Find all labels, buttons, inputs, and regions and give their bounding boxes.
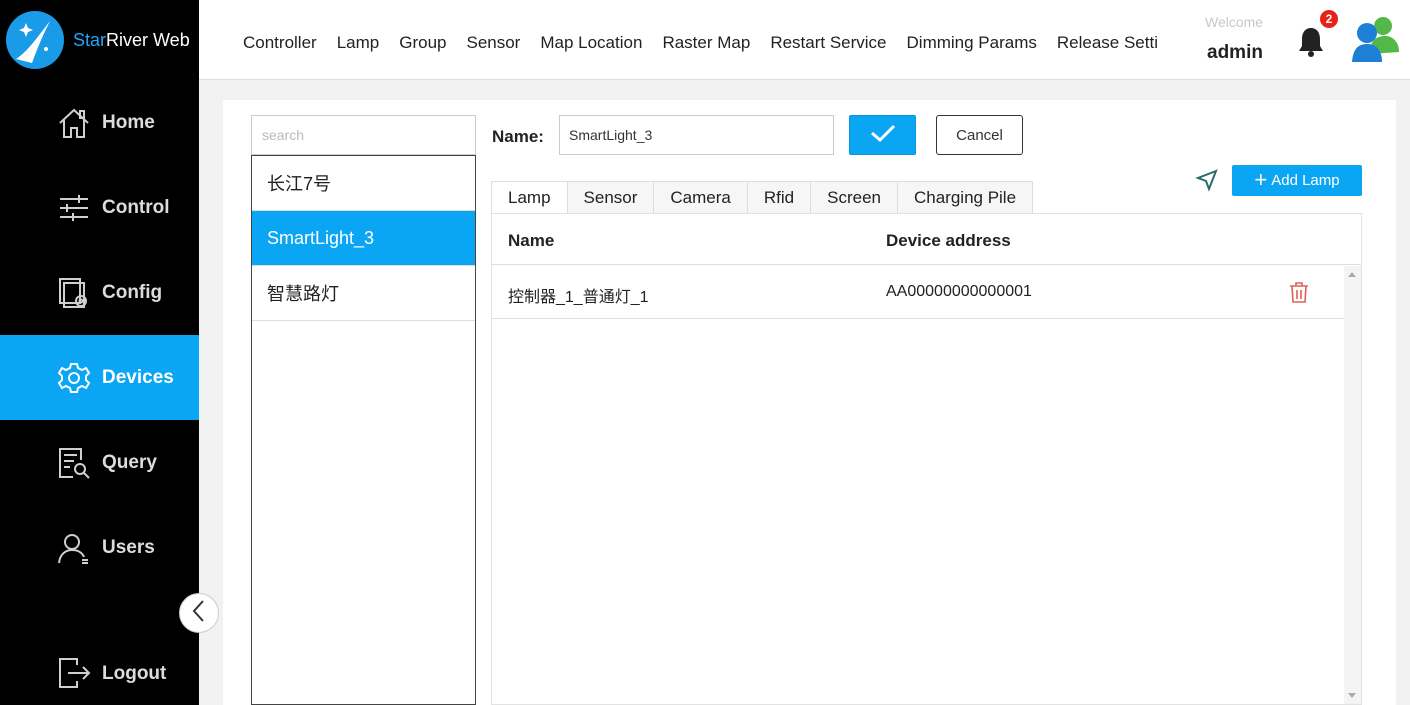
sidebar-item-label: Config [102, 281, 163, 303]
check-icon [869, 123, 897, 148]
topnav-item-raster-map[interactable]: Raster Map [662, 33, 750, 53]
sidebar-item-control[interactable]: Control [0, 165, 199, 250]
sidebar: StarRiver Web Home Control Config Device… [0, 0, 199, 705]
table-row[interactable]: 控制器_1_普通灯_1 AA00000000000001 [492, 266, 1345, 319]
sidebar-item-users[interactable]: Users [0, 505, 199, 590]
brand-logo-area: StarRiver Web [0, 0, 199, 80]
sidebar-item-config[interactable]: Config [0, 250, 199, 335]
add-lamp-label: Add Lamp [1271, 172, 1340, 189]
column-header-name: Name [508, 231, 555, 250]
list-item[interactable]: 智慧路灯 [252, 266, 475, 321]
username: admin [1207, 42, 1263, 63]
delete-icon[interactable] [1288, 281, 1310, 308]
sliders-icon [56, 190, 92, 226]
sidebar-item-label: Control [102, 196, 170, 218]
brand-logo-icon [6, 11, 64, 69]
notification-bell-icon[interactable] [1298, 26, 1324, 63]
sidebar-item-label: Query [102, 451, 157, 473]
sidebar-item-home[interactable]: Home [0, 80, 199, 165]
row-device-address: AA00000000000001 [886, 283, 1032, 300]
search-input[interactable] [251, 115, 476, 155]
topnav-item-sensor[interactable]: Sensor [466, 33, 520, 53]
logout-label: Logout [102, 663, 167, 684]
logout-icon [56, 655, 92, 691]
tab-rfid[interactable]: Rfid [747, 181, 812, 214]
collapse-sidebar-button[interactable] [179, 593, 219, 633]
scroll-down-arrow-icon[interactable] [1348, 693, 1356, 698]
table-scrollbar[interactable] [1344, 266, 1361, 704]
row-name: 控制器_1_普通灯_1 [508, 289, 649, 306]
sidebar-item-label: Devices [102, 366, 174, 388]
avatar[interactable] [1351, 14, 1401, 69]
list-item[interactable]: SmartLight_3 [252, 211, 475, 266]
logout-button[interactable]: Logout [0, 637, 199, 705]
device-tabs: Lamp Sensor Camera Rfid Screen Charging … [491, 181, 1034, 214]
plus-icon: + [1254, 166, 1268, 192]
confirm-button[interactable] [849, 115, 916, 155]
add-lamp-button[interactable]: + Add Lamp [1232, 165, 1362, 196]
cancel-button[interactable]: Cancel [936, 115, 1023, 155]
sidebar-item-label: Users [102, 536, 155, 558]
brand-name-prefix: Star [73, 29, 107, 50]
sidebar-item-query[interactable]: Query [0, 420, 199, 505]
scroll-up-arrow-icon[interactable] [1348, 272, 1356, 277]
name-field[interactable] [559, 115, 834, 155]
config-icon [56, 275, 92, 311]
query-icon [56, 445, 92, 481]
top-bar: Controller Lamp Group Sensor Map Locatio… [199, 0, 1410, 80]
topnav-item-restart-service[interactable]: Restart Service [770, 33, 886, 53]
group-list-panel: 长江7号 SmartLight_3 智慧路灯 [251, 115, 476, 705]
tab-lamp[interactable]: Lamp [491, 181, 568, 214]
sidebar-nav: Home Control Config Devices Query Users [0, 80, 199, 590]
top-nav: Controller Lamp Group Sensor Map Locatio… [199, 0, 1157, 80]
main-panel: 长江7号 SmartLight_3 智慧路灯 Name: Cancel + Ad… [223, 100, 1396, 705]
tab-sensor[interactable]: Sensor [567, 181, 655, 214]
gear-icon [56, 360, 92, 396]
tab-charging-pile[interactable]: Charging Pile [897, 181, 1034, 214]
sidebar-item-devices[interactable]: Devices [0, 335, 199, 420]
column-header-device-address: Device address [886, 231, 1011, 250]
brand-name-suffix: River Web [106, 29, 190, 50]
device-table: Name Device address 控制器_1_普通灯_1 AA000000… [491, 213, 1362, 705]
topnav-item-group[interactable]: Group [399, 33, 446, 53]
topnav-item-map-location[interactable]: Map Location [540, 33, 642, 53]
tab-camera[interactable]: Camera [654, 181, 748, 214]
list-item[interactable]: 长江7号 [252, 156, 475, 211]
topnav-item-release-settings[interactable]: Release Settings [1057, 33, 1157, 53]
welcome-text: Welcome [1205, 14, 1264, 30]
tab-screen[interactable]: Screen [811, 181, 898, 214]
top-nav-items: Controller Lamp Group Sensor Map Locatio… [243, 33, 1157, 53]
name-label: Name: [492, 127, 544, 146]
notification-badge: 2 [1320, 10, 1338, 28]
topnav-item-controller[interactable]: Controller [243, 33, 317, 53]
locate-icon[interactable] [1195, 168, 1219, 197]
group-list: 长江7号 SmartLight_3 智慧路灯 [251, 155, 476, 705]
brand-name: StarRiver Web [73, 30, 190, 51]
user-icon [56, 530, 92, 566]
table-header: Name Device address [492, 214, 1361, 265]
chevron-left-icon [191, 599, 207, 628]
home-icon [56, 105, 92, 141]
topnav-item-dimming-params[interactable]: Dimming Params [907, 33, 1037, 53]
topnav-item-lamp[interactable]: Lamp [337, 33, 380, 53]
sidebar-item-label: Home [102, 111, 155, 133]
